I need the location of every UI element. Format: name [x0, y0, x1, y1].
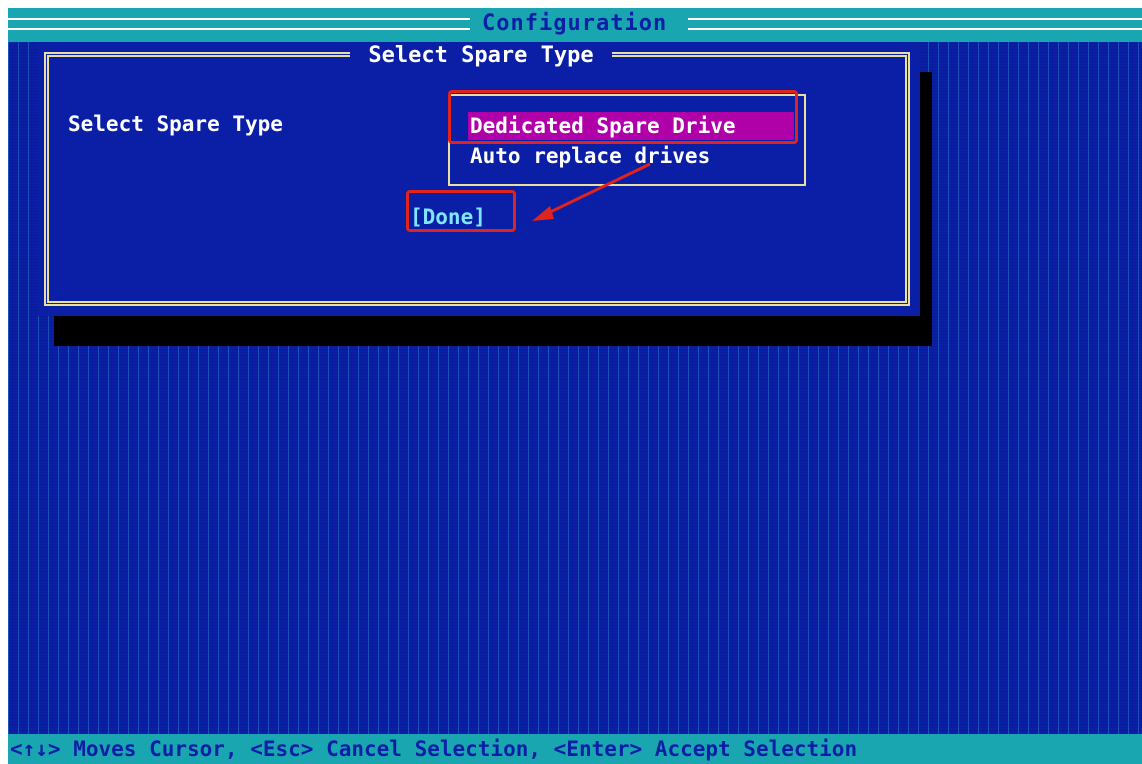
spare-type-label: Select Spare Type — [68, 112, 283, 136]
select-spare-type-dialog: Select Spare Type Select Spare Type Dedi… — [38, 42, 920, 316]
annotation-highlight-done — [406, 190, 516, 232]
page-title: Configuration — [482, 11, 668, 36]
title-rule-right — [688, 18, 1142, 30]
title-rule-left — [8, 18, 470, 30]
dialog-title: Select Spare Type — [350, 42, 612, 70]
annotation-arrow-icon — [532, 162, 651, 221]
bios-screen: Configuration Select Spare Type Select S… — [8, 8, 1142, 764]
title-bar: Configuration — [8, 8, 1142, 42]
annotation-highlight-option — [448, 90, 798, 144]
status-bar: <↑↓> Moves Cursor, <Esc> Cancel Selectio… — [8, 734, 1142, 764]
